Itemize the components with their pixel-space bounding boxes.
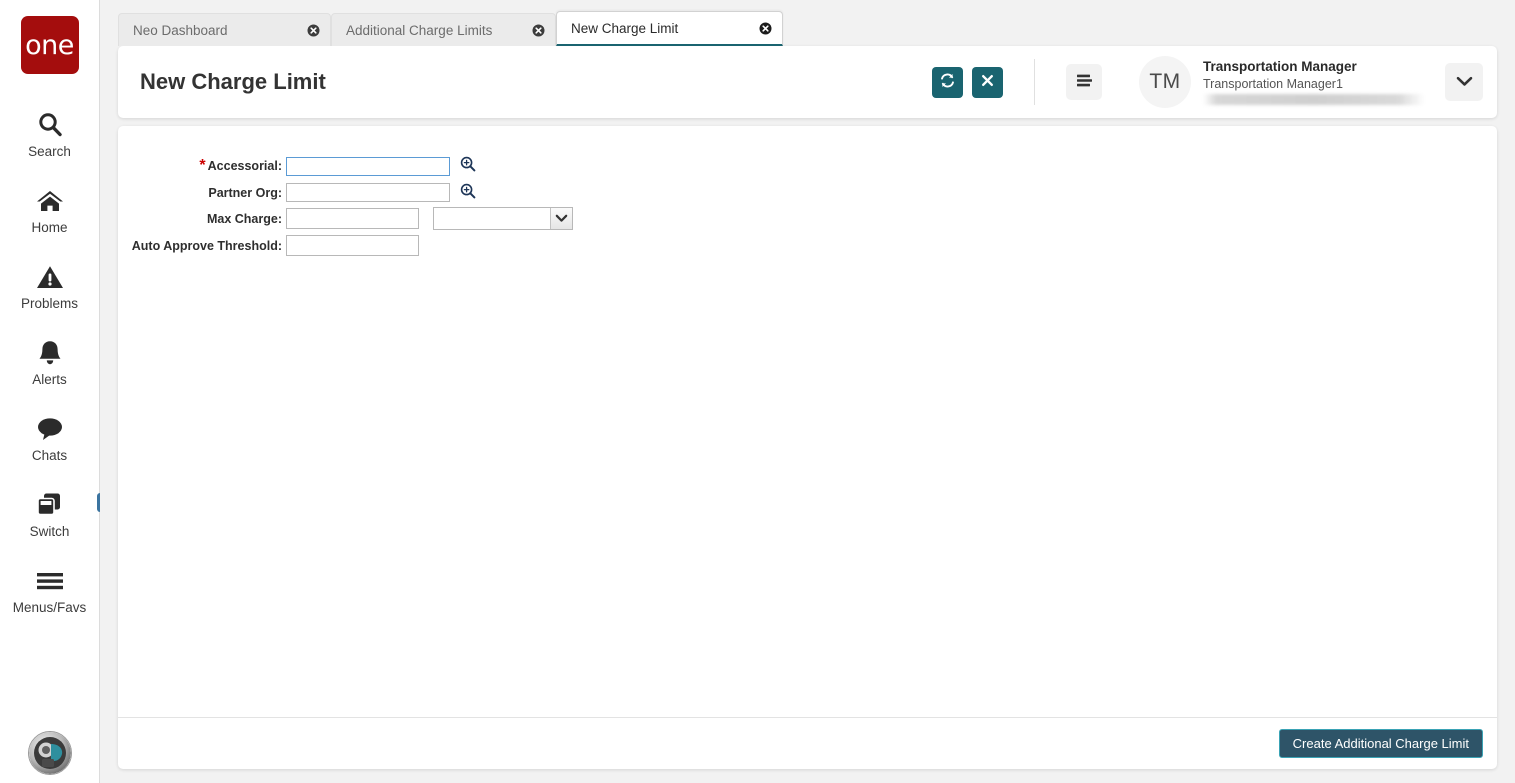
max-charge-currency-wrap — [433, 207, 574, 230]
tab-new-charge-limit[interactable]: New Charge Limit — [556, 11, 783, 46]
avatar-initials: TM — [1149, 70, 1181, 93]
sidebar-item-switch[interactable]: Switch — [0, 476, 118, 552]
sidebar-item-search[interactable]: Search — [0, 96, 99, 172]
auto-approve-threshold-input-cell — [286, 230, 573, 256]
brand-logo[interactable]: one — [20, 16, 79, 74]
user-subtitle: Transportation Manager1 — [1203, 76, 1343, 91]
page-title: New Charge Limit — [140, 69, 326, 94]
page-menu-button[interactable] — [1066, 64, 1102, 100]
close-circle-icon[interactable] — [531, 23, 545, 37]
auto-approve-threshold-label: Auto Approve Threshold: — [131, 238, 282, 253]
tab-neo-dashboard[interactable]: Neo Dashboard — [118, 13, 331, 46]
tab-label: New Charge Limit — [571, 20, 679, 36]
form-row-accessorial: * Accessorial: — [126, 154, 573, 178]
user-text-block: Transportation Manager Transportation Ma… — [1203, 58, 1439, 106]
tab-additional-charge-limits[interactable]: Additional Charge Limits — [331, 13, 556, 46]
card-footer: Create Additional Charge Limit — [118, 717, 1497, 769]
max-charge-currency-select[interactable] — [433, 207, 574, 230]
sidebar-item-label: Menus/Favs — [12, 599, 87, 615]
auto-approve-threshold-label-cell: Auto Approve Threshold: — [126, 230, 286, 256]
hamburger-menu-icon — [1075, 73, 1094, 91]
partner-org-label-cell: Partner Org: — [126, 178, 286, 202]
auto-approve-threshold-input[interactable] — [286, 235, 419, 256]
refresh-icon — [939, 72, 956, 92]
form-row-auto-approve-threshold: Auto Approve Threshold: — [126, 230, 573, 256]
magnifier-plus-icon — [460, 156, 476, 175]
user-profile[interactable]: TM Transportation Manager Transportation… — [1139, 56, 1483, 108]
magnifier-plus-icon — [460, 183, 476, 202]
header-divider — [1034, 59, 1035, 105]
close-page-button[interactable] — [972, 66, 1003, 98]
sidebar-item-label: Problems — [20, 295, 79, 311]
page-header: New Charge Limit TM Transportation Manag… — [118, 46, 1497, 118]
accessorial-label: Accessorial: — [207, 159, 282, 173]
avatar: TM — [1139, 56, 1191, 108]
form-field-table: * Accessorial: Partner Org: Max Charge: … — [126, 154, 574, 256]
form-row-partner-org: Partner Org: — [126, 178, 573, 202]
user-menu-toggle[interactable] — [1445, 63, 1483, 101]
required-indicator: * — [199, 157, 206, 174]
user-redacted-bar — [1203, 94, 1425, 106]
tab-label: Additional Charge Limits — [346, 22, 493, 38]
windows-stack-icon — [35, 490, 118, 520]
sidebar-item-label: Switch — [29, 523, 70, 539]
sidebar-item-problems[interactable]: Problems — [0, 248, 99, 324]
sidebar-item-label: Search — [28, 143, 71, 159]
sidebar-nav: Search Home Problems Alerts Chats Switch… — [0, 96, 118, 628]
close-circle-icon[interactable] — [306, 23, 320, 37]
max-charge-input[interactable] — [286, 208, 419, 230]
sidebar-item-label: Alerts — [32, 371, 67, 387]
accessorial-input-cell — [286, 154, 573, 178]
partner-org-lookup-button[interactable] — [459, 183, 477, 201]
sidebar-item-chats[interactable]: Chats — [0, 400, 99, 476]
form-row-max-charge: Max Charge: — [126, 202, 574, 230]
main-region: Neo Dashboard Additional Charge Limits N… — [100, 0, 1515, 783]
max-charge-input-cell — [286, 202, 574, 230]
max-charge-currency-value — [434, 208, 550, 229]
tab-strip: Neo Dashboard Additional Charge Limits N… — [100, 0, 1515, 46]
chevron-down-icon[interactable] — [550, 208, 573, 229]
hamburger-icon — [35, 566, 65, 596]
partner-org-input[interactable] — [286, 183, 450, 202]
chevron-down-icon — [1456, 75, 1473, 90]
accessorial-lookup-button[interactable] — [459, 157, 477, 175]
bell-icon — [37, 338, 63, 368]
accessorial-input[interactable] — [286, 156, 450, 176]
charge-limit-form: * Accessorial: Partner Org: Max Charge: … — [118, 126, 1497, 717]
create-additional-charge-limit-button[interactable]: Create Additional Charge Limit — [1278, 729, 1483, 758]
content-card: * Accessorial: Partner Org: Max Charge: … — [118, 126, 1497, 769]
app-window: one Search Home Problems Alerts Chats Sw… — [0, 0, 1515, 783]
chat-bubble-icon — [35, 414, 65, 444]
partner-org-label: Partner Org: — [208, 185, 282, 200]
sidebar-item-home[interactable]: Home — [0, 172, 99, 248]
accessorial-label-cell: * Accessorial: — [126, 154, 286, 178]
home-icon — [35, 186, 65, 216]
header-actions: TM Transportation Manager Transportation… — [932, 56, 1483, 108]
sidebar-item-alerts[interactable]: Alerts — [0, 324, 99, 400]
max-charge-label: Max Charge: — [206, 211, 282, 226]
user-name: Transportation Manager — [1203, 58, 1357, 74]
tab-label: Neo Dashboard — [133, 22, 228, 38]
assistant-avatar-icon[interactable] — [27, 731, 72, 775]
close-circle-icon[interactable] — [758, 21, 772, 35]
search-icon — [36, 110, 64, 140]
left-sidebar: one Search Home Problems Alerts Chats Sw… — [0, 0, 118, 783]
sidebar-item-menus-favs[interactable]: Menus/Favs — [0, 552, 99, 628]
warning-triangle-icon — [36, 262, 64, 292]
partner-org-input-cell — [286, 178, 573, 202]
sidebar-item-label: Chats — [31, 447, 68, 463]
close-x-icon — [980, 73, 995, 91]
sidebar-item-label: Home — [31, 219, 68, 235]
max-charge-label-cell: Max Charge: — [126, 202, 286, 230]
refresh-button[interactable] — [932, 66, 963, 98]
brand-logo-text: one — [25, 29, 74, 61]
